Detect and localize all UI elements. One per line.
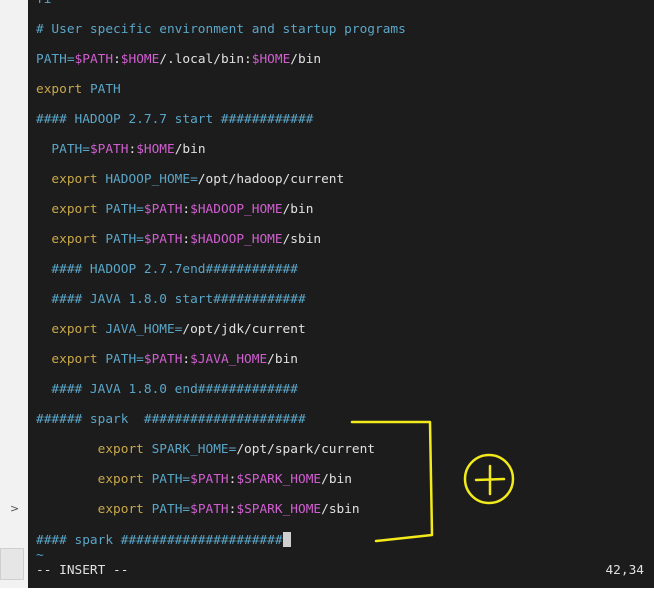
code-token: #### HADOOP 2.7.7end############ <box>36 262 298 277</box>
bottom-strip <box>0 588 654 593</box>
code-line: #### HADOOP 2.7.7end############ <box>36 262 298 278</box>
code-token: /bin <box>282 202 314 217</box>
code-token: export <box>36 202 106 217</box>
code-token: : <box>182 232 191 247</box>
code-token: $HADOOP_HOME <box>190 202 283 217</box>
code-token: $PATH <box>74 52 114 67</box>
code-token: export <box>36 502 152 517</box>
code-token: : <box>182 202 191 217</box>
code-token: #### spark ##################### <box>36 533 283 548</box>
code-token: $SPARK_HOME <box>236 502 322 517</box>
code-line: export PATH=$PATH:$HADOOP_HOME/bin <box>36 202 313 218</box>
code-token: $JAVA_HOME <box>190 352 268 367</box>
code-token: $HOME <box>136 142 175 157</box>
code-line: export PATH=$PATH:$SPARK_HOME/bin <box>36 472 352 488</box>
code-token: /opt/spark/current <box>236 442 376 457</box>
code-token: /sbin <box>321 502 360 517</box>
code-token: PATH= <box>36 142 90 157</box>
code-token: PATH= <box>151 502 191 517</box>
code-token: $SPARK_HOME <box>236 472 322 487</box>
code-line: export PATH=$PATH:$HADOOP_HOME/sbin <box>36 232 321 248</box>
code-token: : <box>113 52 121 67</box>
code-token: $PATH <box>143 232 183 247</box>
code-token: export <box>36 322 106 337</box>
mode-indicator: -- INSERT -- <box>36 563 129 578</box>
partial-top-line: fi <box>36 0 51 8</box>
code-token: /bin <box>290 52 322 67</box>
code-token: export <box>36 172 106 187</box>
code-token: #### HADOOP 2.7.7 start ############ <box>36 112 314 127</box>
code-line: export HADOOP_HOME=/opt/hadoop/current <box>36 172 344 188</box>
code-token: $HOME <box>120 52 160 67</box>
code-token: /bin <box>321 472 352 487</box>
code-line: PATH=$PATH:$HOME/.local/bin:$HOME/bin <box>36 52 321 68</box>
code-token: ###### spark ##################### <box>36 412 306 427</box>
cursor-position: 42,34 <box>605 563 644 578</box>
panel-scroll-box[interactable] <box>0 548 24 580</box>
code-line: # User specific environment and startup … <box>36 22 406 38</box>
code-token: PATH= <box>105 352 144 367</box>
code-line: #### JAVA 1.8.0 end############# <box>36 382 298 398</box>
code-token: PATH <box>89 82 121 97</box>
code-token: # User specific environment and startup … <box>36 22 406 37</box>
code-token: PATH= <box>105 232 144 247</box>
code-token: /bin <box>267 352 298 367</box>
code-token: #### JAVA 1.8.0 start############ <box>36 292 306 307</box>
code-token: /.local/bin: <box>159 52 252 67</box>
code-token: export <box>36 442 152 457</box>
code-token: $PATH <box>190 502 229 517</box>
code-token: SPARK_HOME= <box>151 442 237 457</box>
code-token: /sbin <box>282 232 322 247</box>
code-token: export <box>36 232 106 247</box>
code-token: $PATH <box>89 142 129 157</box>
code-line: #### spark ##################### <box>36 532 291 548</box>
code-token: export <box>36 82 90 97</box>
code-token: $PATH <box>143 352 183 367</box>
code-token: : <box>182 352 191 367</box>
text-cursor <box>282 532 291 547</box>
code-token: PATH= <box>151 472 191 487</box>
code-token: $PATH <box>190 472 229 487</box>
code-line: export JAVA_HOME=/opt/jdk/current <box>36 322 306 338</box>
code-token: $HOME <box>251 52 291 67</box>
left-panel: > <box>0 0 29 593</box>
code-token: /opt/hadoop/current <box>197 172 345 187</box>
code-line: PATH=$PATH:$HOME/bin <box>36 142 206 158</box>
code-line: export PATH=$PATH:$SPARK_HOME/sbin <box>36 502 360 518</box>
code-line: #### HADOOP 2.7.7 start ############ <box>36 112 313 128</box>
code-token: /bin <box>174 142 206 157</box>
code-line: export PATH=$PATH:$JAVA_HOME/bin <box>36 352 298 368</box>
status-bar: -- INSERT -- 42,34 <box>28 560 654 582</box>
code-token: HADOOP_HOME= <box>105 172 198 187</box>
code-token: $PATH <box>143 202 183 217</box>
code-token: $HADOOP_HOME <box>190 232 283 247</box>
vim-editor[interactable]: fi # User specific environment and start… <box>28 0 654 588</box>
code-token: /opt/jdk/current <box>182 322 306 337</box>
code-line: ###### spark ##################### <box>36 412 306 428</box>
code-token: PATH= <box>105 202 144 217</box>
expand-arrow-icon[interactable]: > <box>10 502 19 515</box>
code-token: #### JAVA 1.8.0 end############# <box>36 382 298 397</box>
code-token: PATH= <box>36 52 75 67</box>
code-token: export <box>36 472 152 487</box>
code-token: JAVA_HOME= <box>105 322 183 337</box>
code-token: export <box>36 352 106 367</box>
code-line: export PATH <box>36 82 121 98</box>
code-line: #### JAVA 1.8.0 start############ <box>36 292 306 308</box>
code-line: export SPARK_HOME=/opt/spark/current <box>36 442 375 458</box>
